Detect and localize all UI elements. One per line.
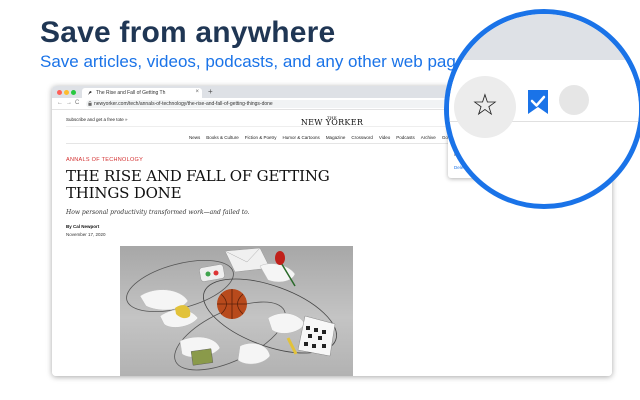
tab-article[interactable]: The Rise and Fall of Getting Th × [82,88,202,98]
subheadline: Save articles, videos, podcasts, and any… [40,52,466,71]
newyorker-favicon-icon [87,90,93,96]
nav-item-magazine[interactable]: Magazine [326,135,346,140]
nav-item-crossword[interactable]: Crossword [351,135,373,140]
nav-item-news[interactable]: News [189,135,200,140]
star-icon: ☆ [471,89,499,122]
close-window-dot[interactable] [57,90,62,95]
save-extension-icon[interactable] [527,89,549,115]
new-tab-button[interactable]: + [208,87,213,96]
lock-icon [88,100,92,108]
tab-close-icon[interactable]: × [195,89,199,95]
nav-item-fiction-poetry[interactable]: Fiction & Poetry [245,135,277,140]
minimize-window-dot[interactable] [64,90,69,95]
site-nav: News Books & Culture Fiction & Poetry Hu… [189,135,463,140]
nav-item-humor-cartoons[interactable]: Humor & Cartoons [283,135,320,140]
headline: Save from anywhere [40,16,336,49]
url-text: newyorker.com/tech/annals-of-technology/… [94,101,273,107]
article-title: THE RISE AND FALL OF GETTING THINGS DONE [66,167,330,202]
bookmark-star-button[interactable]: ☆ [454,76,516,138]
profile-avatar[interactable] [559,85,589,115]
back-button[interactable]: ← [57,100,63,106]
tab-title: The Rise and Fall of Getting Th [96,90,166,96]
article-illustration [120,246,353,376]
nav-item-archive[interactable]: Archive [421,135,436,140]
magnified-tab-strip [449,14,639,60]
magnifier-callout: ☆ [444,9,640,209]
address-bar[interactable]: newyorker.com/tech/annals-of-technology/… [86,100,506,108]
article-dek: How personal productivity transformed wo… [66,209,250,216]
nav-item-video[interactable]: Video [379,135,390,140]
nav-item-books-culture[interactable]: Books & Culture [206,135,239,140]
byline[interactable]: By Cal Newport [66,224,99,229]
forward-button[interactable]: → [66,100,72,106]
zoom-window-dot[interactable] [71,90,76,95]
section-tag[interactable]: ANNALS OF TECHNOLOGY [66,157,143,163]
nav-item-podcasts[interactable]: Podcasts [396,135,415,140]
publish-date: November 17, 2020 [66,232,106,237]
reload-button[interactable]: C [75,100,79,106]
